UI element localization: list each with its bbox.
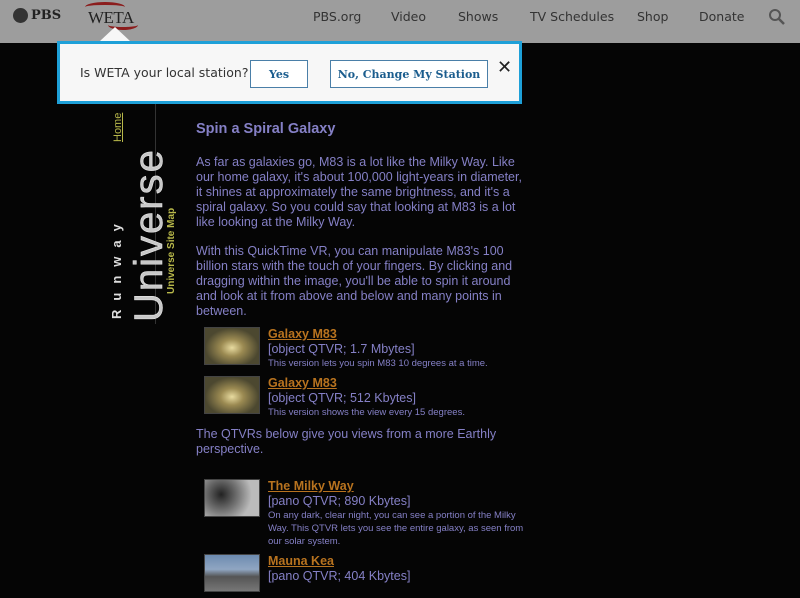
galaxy-m83-link[interactable]: Galaxy M83: [268, 327, 488, 342]
local-station-popup: Is WETA your local station? Yes No, Chan…: [57, 27, 522, 104]
station-question: Is WETA your local station?: [80, 65, 249, 80]
mauna-kea-thumbnail[interactable]: [204, 554, 260, 592]
search-icon[interactable]: [768, 8, 786, 26]
nav-video[interactable]: Video: [391, 9, 426, 24]
galaxy-thumbnail[interactable]: [204, 327, 260, 365]
file-info: [object QTVR; 512 Kbytes]: [268, 391, 416, 405]
nav-pbs-org[interactable]: PBS.org: [313, 9, 361, 24]
intro-paragraph: As far as galaxies go, M83 is a lot like…: [196, 155, 522, 229]
nav-donate[interactable]: Donate: [699, 9, 744, 24]
runway-label: Runway: [109, 215, 124, 319]
weta-logo[interactable]: WETA: [80, 2, 140, 30]
pbs-head-icon: [13, 8, 28, 23]
list-item: Galaxy M83 [object QTVR; 512 Kbytes] This …: [204, 376, 526, 419]
file-info: [pano QTVR; 404 Kbytes]: [268, 569, 411, 583]
list-item: Mauna Kea [pano QTVR; 404 Kbytes]: [204, 554, 526, 592]
change-station-button[interactable]: No, Change My Station: [330, 60, 488, 88]
mauna-kea-link[interactable]: Mauna Kea: [268, 554, 410, 569]
milky-way-link[interactable]: The Milky Way: [268, 479, 526, 494]
item-description: On any dark, clear night, you can see a …: [268, 510, 524, 547]
universe-sidebar: Runway Universe Home Universe Site Map: [107, 104, 177, 324]
milky-way-thumbnail[interactable]: [204, 479, 260, 517]
nav-shop[interactable]: Shop: [637, 9, 668, 24]
item-description: This version shows the view every 15 deg…: [268, 407, 465, 418]
close-icon[interactable]: ✕: [497, 57, 512, 78]
file-info: [pano QTVR; 890 Kbytes]: [268, 494, 411, 508]
item-description: This version lets you spin M83 10 degree…: [268, 358, 488, 369]
nav-shows[interactable]: Shows: [458, 9, 498, 24]
list-item: The Milky Way [pano QTVR; 890 Kbytes] On a…: [204, 479, 526, 548]
site-map-link[interactable]: Universe Site Map: [166, 208, 177, 294]
qtvr-paragraph: With this QuickTime VR, you can manipula…: [196, 244, 513, 318]
page-title: Spin a Spiral Galaxy: [196, 121, 336, 137]
file-info: [object QTVR; 1.7 Mbytes]: [268, 342, 415, 356]
pbs-logo[interactable]: PBS: [13, 8, 61, 23]
nav-tv-schedules[interactable]: TV Schedules: [530, 9, 614, 24]
main-content: Spin a Spiral Galaxy As far as galaxies …: [196, 122, 526, 598]
home-link[interactable]: Home: [112, 113, 124, 142]
galaxy-m83-link[interactable]: Galaxy M83: [268, 376, 465, 391]
yes-button[interactable]: Yes: [250, 60, 308, 88]
popup-pointer: [100, 27, 130, 41]
galaxy-thumbnail[interactable]: [204, 376, 260, 414]
list-item: Galaxy M83 [object QTVR; 1.7 Mbytes] This …: [204, 327, 526, 370]
earthly-paragraph: The QTVRs below give you views from a mo…: [196, 427, 497, 456]
